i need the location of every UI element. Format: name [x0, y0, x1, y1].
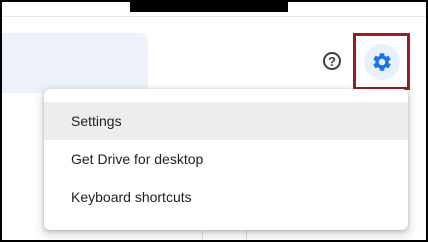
menu-item-label: Keyboard shortcuts [71, 189, 192, 205]
menu-item-label: Settings [71, 113, 122, 129]
settings-button[interactable] [363, 43, 400, 80]
menu-item-keyboard-shortcuts[interactable]: Keyboard shortcuts [44, 178, 408, 216]
settings-highlight-box [353, 33, 410, 90]
top-tab-strip [130, 2, 288, 12]
menu-item-label: Get Drive for desktop [71, 151, 204, 167]
search-box[interactable] [2, 33, 148, 95]
screenshot-frame: ? Settings Get Drive for desktop Keyboar… [0, 0, 428, 242]
question-mark-circle-icon: ? [323, 52, 341, 70]
gear-icon [372, 52, 391, 71]
menu-item-settings[interactable]: Settings [44, 102, 408, 140]
menu-item-get-drive-for-desktop[interactable]: Get Drive for desktop [44, 140, 408, 178]
help-button[interactable]: ? [320, 49, 344, 73]
header-divider [2, 16, 426, 17]
settings-menu: Settings Get Drive for desktop Keyboard … [44, 89, 408, 230]
